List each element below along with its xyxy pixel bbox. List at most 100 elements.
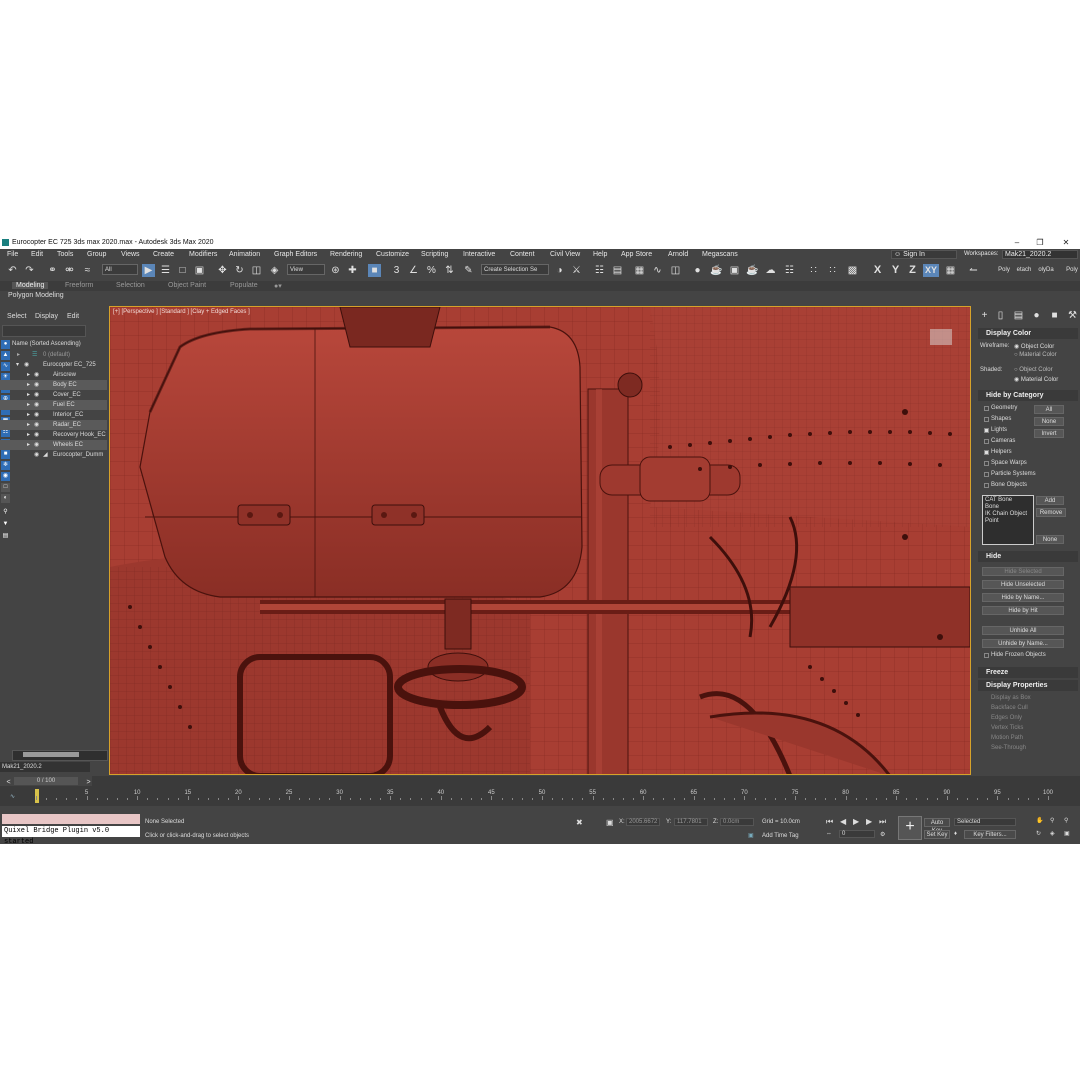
rotate-icon[interactable]: ↻ [233, 264, 246, 277]
isolate-selection-icon[interactable]: ✖ [576, 818, 583, 827]
menu-help[interactable]: Help [593, 251, 607, 258]
maximize-button[interactable]: ❐ [1030, 237, 1050, 248]
grid-snap-icon[interactable]: ∷ [807, 264, 820, 277]
menu-group[interactable]: Group [87, 251, 106, 258]
align-icon[interactable]: ⚔ [570, 264, 583, 277]
hide-rollout[interactable]: Hide [978, 551, 1078, 562]
expand-arrow-icon[interactable]: ▸ [27, 440, 30, 450]
z-coord-field[interactable]: 0.0cm [720, 818, 754, 826]
vertex-ticks-checkbox[interactable]: Vertex Ticks [991, 725, 1023, 731]
bind-space-warp-icon[interactable]: ≈ [81, 264, 94, 277]
undo-icon[interactable]: ↶ [6, 264, 19, 277]
scene-tab-select[interactable]: Select [7, 313, 26, 320]
category-list-none-button[interactable]: None [1036, 535, 1064, 544]
x-coord-field[interactable]: 2005.6672 [626, 818, 660, 826]
visibility-eye-icon[interactable]: ◉ [24, 360, 29, 370]
poly-button-1[interactable]: Poly [994, 264, 1014, 277]
scrollbar-thumb[interactable] [23, 752, 79, 757]
redo-icon[interactable]: ↷ [23, 264, 36, 277]
select-by-name-icon[interactable]: ☰ [159, 264, 172, 277]
constraint-icon[interactable]: ▦ [944, 264, 957, 277]
menu-graph-editors[interactable]: Graph Editors [274, 251, 317, 258]
unlink-icon[interactable]: ⚮ [63, 264, 76, 277]
zoom-icon[interactable]: ⚲ [1050, 817, 1054, 824]
schematic-view-icon[interactable]: ◫ [669, 264, 682, 277]
menu-customize[interactable]: Customize [376, 251, 409, 258]
particle-systems-checkbox[interactable] [984, 472, 989, 477]
motion-path-checkbox[interactable]: Motion Path [991, 735, 1023, 741]
helpers-checkbox[interactable] [984, 450, 989, 455]
curve-editor-icon[interactable]: ∿ [651, 264, 664, 277]
pan-view-icon[interactable]: ✋ [1036, 817, 1043, 824]
render-setup-icon[interactable]: ☕ [710, 264, 723, 277]
expand-arrow-icon[interactable]: ▸ [27, 410, 30, 420]
cameras-checkbox[interactable] [984, 439, 989, 444]
polygon-modeling-label[interactable]: Polygon Modeling [8, 292, 64, 299]
expand-arrow-icon[interactable]: ▸ [27, 400, 30, 410]
toggle-scene-explorer-icon[interactable]: ☷ [593, 264, 606, 277]
axis-x-button[interactable]: X [871, 264, 884, 277]
tree-row-fuel[interactable]: ▸ ◉ Fuel EC [0, 400, 107, 410]
hide-frozen-checkbox[interactable] [984, 653, 989, 658]
space-warps-checkbox[interactable] [984, 461, 989, 466]
visibility-eye-icon[interactable]: ◉ [34, 430, 39, 440]
rendered-frame-window-icon[interactable]: ▣ [728, 264, 741, 277]
ribbon-tab-modeling[interactable]: Modeling [12, 282, 49, 289]
wireframe-material-color-radio[interactable]: ○ Material Color [1014, 352, 1057, 358]
modify-tab-icon[interactable]: ▯ [994, 309, 1007, 322]
lights-checkbox[interactable] [984, 428, 989, 433]
link-icon[interactable]: ⚭ [46, 264, 59, 277]
minimize-button[interactable]: – [1007, 237, 1027, 248]
tree-row-wheels[interactable]: ▸ ◉ Wheels EC [0, 440, 107, 450]
category-none-button[interactable]: None [1034, 417, 1064, 426]
edges-only-checkbox[interactable]: Edges Only [991, 715, 1022, 721]
add-time-tag[interactable]: Add Time Tag [762, 833, 799, 839]
zoom-all-icon[interactable]: ⚲ [1064, 817, 1068, 824]
display-as-box-checkbox[interactable]: Display as Box [991, 695, 1031, 701]
menu-rendering[interactable]: Rendering [330, 251, 362, 258]
selection-filter-dropdown[interactable]: All [102, 264, 138, 275]
menu-animation[interactable]: Animation [229, 251, 260, 258]
category-invert-button[interactable]: Invert [1034, 429, 1064, 438]
workspace-dropdown[interactable]: Mak21_2020.2 [1002, 250, 1078, 259]
scene-tab-display[interactable]: Display [35, 313, 58, 320]
menu-megascans[interactable]: Megascans [702, 251, 738, 258]
viewport-label[interactable]: [+] [Perspective ] [Standard ] [Clay + E… [113, 309, 250, 315]
layer-dropdown[interactable]: Mak21_2020.2 [0, 762, 90, 772]
hook-icon[interactable]: ↼ [967, 264, 980, 277]
y-coord-field[interactable]: 117.7801 [674, 818, 708, 826]
go-to-end-icon[interactable]: ⏭ [879, 817, 886, 827]
array-icon[interactable]: ∷ [826, 264, 839, 277]
menu-file[interactable]: File [7, 251, 18, 258]
maxscript-output[interactable]: Quixel Bridge Plugin v5.0 started [2, 826, 140, 844]
tree-row-default-layer[interactable]: ▸ ☰ 0 (default) [0, 350, 107, 360]
transform-type-in-icon[interactable]: ▣ [606, 818, 614, 827]
play-icon[interactable]: ▶ [853, 817, 859, 826]
category-remove-button[interactable]: Remove [1036, 508, 1066, 517]
menu-content[interactable]: Content [510, 251, 535, 258]
horizontal-scrollbar[interactable] [12, 750, 108, 761]
shapes-checkbox[interactable] [984, 417, 989, 422]
select-manipulate-icon[interactable]: ✚ [346, 264, 359, 277]
auto-key-button[interactable]: Auto Key [924, 818, 950, 834]
a360-gallery-icon[interactable]: ☷ [783, 264, 796, 277]
detach-button[interactable]: etach [1014, 264, 1034, 277]
axis-z-button[interactable]: Z [906, 264, 919, 277]
angle-snap-icon[interactable]: ∠ [407, 264, 420, 277]
field-of-view-icon[interactable]: ◈ [1050, 830, 1055, 837]
column-header[interactable]: Name (Sorted Ascending) [12, 339, 107, 349]
poly-data-button[interactable]: olyDa [1036, 264, 1056, 277]
category-list-item[interactable]: CAT Bone [985, 497, 1012, 503]
menu-tools[interactable]: Tools [57, 251, 73, 258]
shaded-object-color-radio[interactable]: ○ Object Color [1014, 367, 1053, 373]
motion-tab-icon[interactable]: ● [1030, 309, 1043, 322]
tree-row-cover[interactable]: ▸ ◉ Cover_EC [0, 390, 107, 400]
reference-coordinate-dropdown[interactable]: View [287, 264, 325, 275]
spinner-snap-icon[interactable]: ⇅ [443, 264, 456, 277]
freeze-rollout[interactable]: Freeze [978, 667, 1078, 678]
tree-row-body[interactable]: ▸ ◉ Body EC [0, 380, 107, 390]
bone-objects-checkbox[interactable] [984, 483, 989, 488]
shaded-material-color-radio[interactable]: ◉ Material Color [1014, 376, 1058, 383]
category-list-item[interactable]: Point [985, 518, 999, 524]
hide-by-category-rollout[interactable]: Hide by Category [978, 390, 1078, 401]
